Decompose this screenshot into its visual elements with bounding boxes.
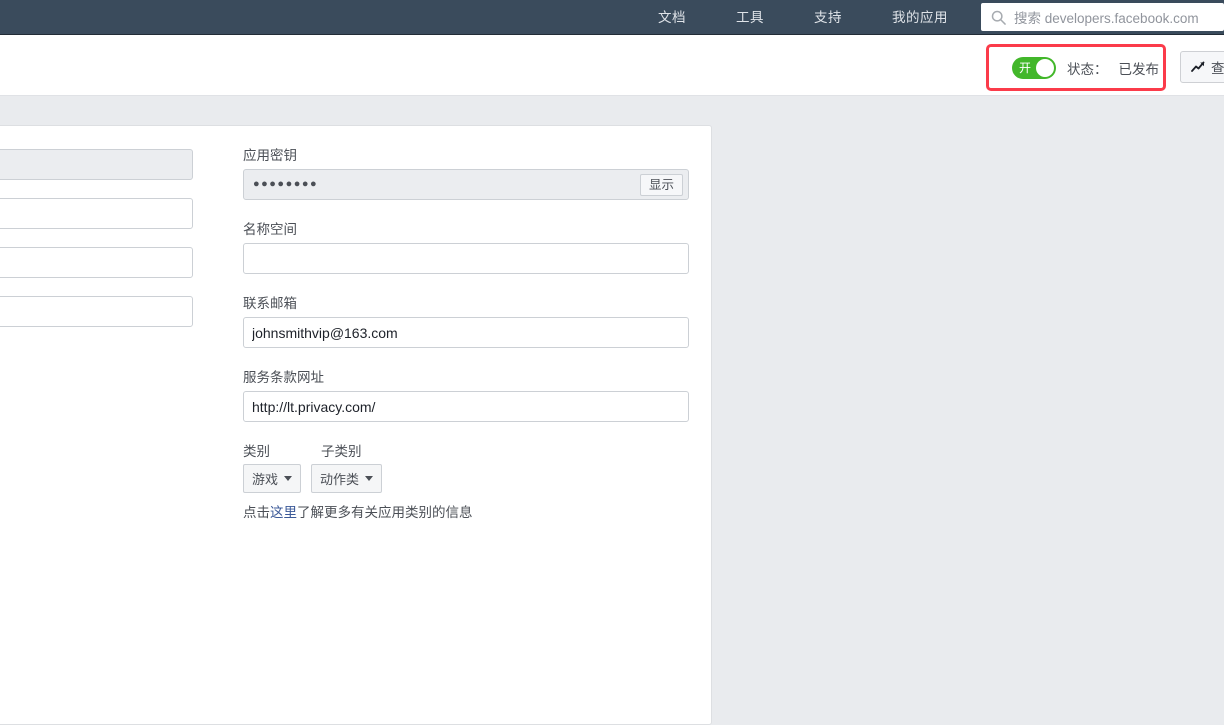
display-name-field-group <box>0 198 193 229</box>
subcategory-label: 子类别 <box>321 440 362 460</box>
subcategory-select[interactable]: 动作类 <box>311 464 382 493</box>
app-id-field-group <box>0 149 193 180</box>
category-select-value: 游戏 <box>252 469 278 488</box>
show-app-secret-button[interactable]: 显示 <box>640 174 683 196</box>
app-status-group: 开 状态： 已发布 <box>1012 56 1159 80</box>
privacy-url-field-group <box>0 296 193 327</box>
contact-email-label: 联系邮箱 <box>243 292 689 312</box>
contact-email-field-group: 联系邮箱 <box>243 292 689 348</box>
terms-url-field-group: 服务条款网址 <box>243 366 689 422</box>
category-field-group: 类别 子类别 游戏 动作类 点击这里了解更多有关应用类别的信息 <box>243 440 689 521</box>
page-body: 应用密钥 ●●●●●●●● 显示 名称空间 联系邮箱 服务条款网址 <box>0 96 1224 663</box>
app-id-field <box>0 149 193 180</box>
category-label: 类别 <box>243 440 321 460</box>
chevron-down-icon <box>365 476 373 481</box>
status-value: 已发布 <box>1119 58 1160 78</box>
terms-url-label: 服务条款网址 <box>243 366 689 386</box>
search-placeholder: 搜索 developers.facebook.com <box>1014 7 1199 27</box>
namespace-label: 名称空间 <box>243 218 689 238</box>
nav-link-my-apps[interactable]: 我的应用 <box>867 0 973 35</box>
namespace-field-group: 名称空间 <box>243 218 689 274</box>
terms-of-service-url-field[interactable] <box>243 391 689 422</box>
view-analytics-label: 查看 <box>1211 57 1224 77</box>
nav-links: 文档 工具 支持 我的应用 <box>633 0 973 34</box>
status-label: 状态： <box>1067 58 1108 78</box>
privacy-url-field[interactable] <box>0 296 193 327</box>
app-domains-field-group <box>0 247 193 278</box>
basic-settings-card: 应用密钥 ●●●●●●●● 显示 名称空间 联系邮箱 服务条款网址 <box>0 125 712 725</box>
nav-link-support[interactable]: 支持 <box>789 0 867 35</box>
app-secret-masked-value: ●●●●●●●● <box>253 179 318 190</box>
nav-link-docs[interactable]: 文档 <box>633 0 711 35</box>
display-name-field[interactable] <box>0 198 193 229</box>
settings-right-column: 应用密钥 ●●●●●●●● 显示 名称空间 联系邮箱 服务条款网址 <box>243 144 689 539</box>
category-labels: 类别 子类别 <box>243 440 689 460</box>
category-hint-prefix: 点击 <box>243 505 270 520</box>
search-input[interactable]: 搜索 developers.facebook.com <box>981 3 1224 31</box>
view-analytics-button[interactable]: 查看 <box>1180 51 1224 83</box>
toggle-knob <box>1036 59 1054 77</box>
nav-link-tools[interactable]: 工具 <box>711 0 789 35</box>
contact-email-field[interactable] <box>243 317 689 348</box>
app-secret-label: 应用密钥 <box>243 144 689 164</box>
category-select[interactable]: 游戏 <box>243 464 301 493</box>
subcategory-select-value: 动作类 <box>320 469 359 488</box>
app-domains-field[interactable] <box>0 247 193 278</box>
namespace-field[interactable] <box>243 243 689 274</box>
app-secret-field: ●●●●●●●● 显示 <box>243 169 689 200</box>
top-navigation-bar: 文档 工具 支持 我的应用 搜索 developers.facebook.com <box>0 0 1224 35</box>
category-selects-row: 游戏 动作类 <box>243 464 689 493</box>
category-hint-link[interactable]: 这里 <box>270 505 297 520</box>
category-hint: 点击这里了解更多有关应用类别的信息 <box>243 501 689 521</box>
trending-up-icon <box>1191 60 1205 74</box>
app-secret-field-group: 应用密钥 ●●●●●●●● 显示 <box>243 144 689 200</box>
app-status-toggle[interactable]: 开 <box>1012 57 1056 79</box>
search-icon <box>991 10 1006 25</box>
settings-left-column <box>0 144 193 345</box>
toggle-on-label: 开 <box>1019 62 1031 74</box>
category-hint-suffix: 了解更多有关应用类别的信息 <box>297 505 473 520</box>
chevron-down-icon <box>284 476 292 481</box>
